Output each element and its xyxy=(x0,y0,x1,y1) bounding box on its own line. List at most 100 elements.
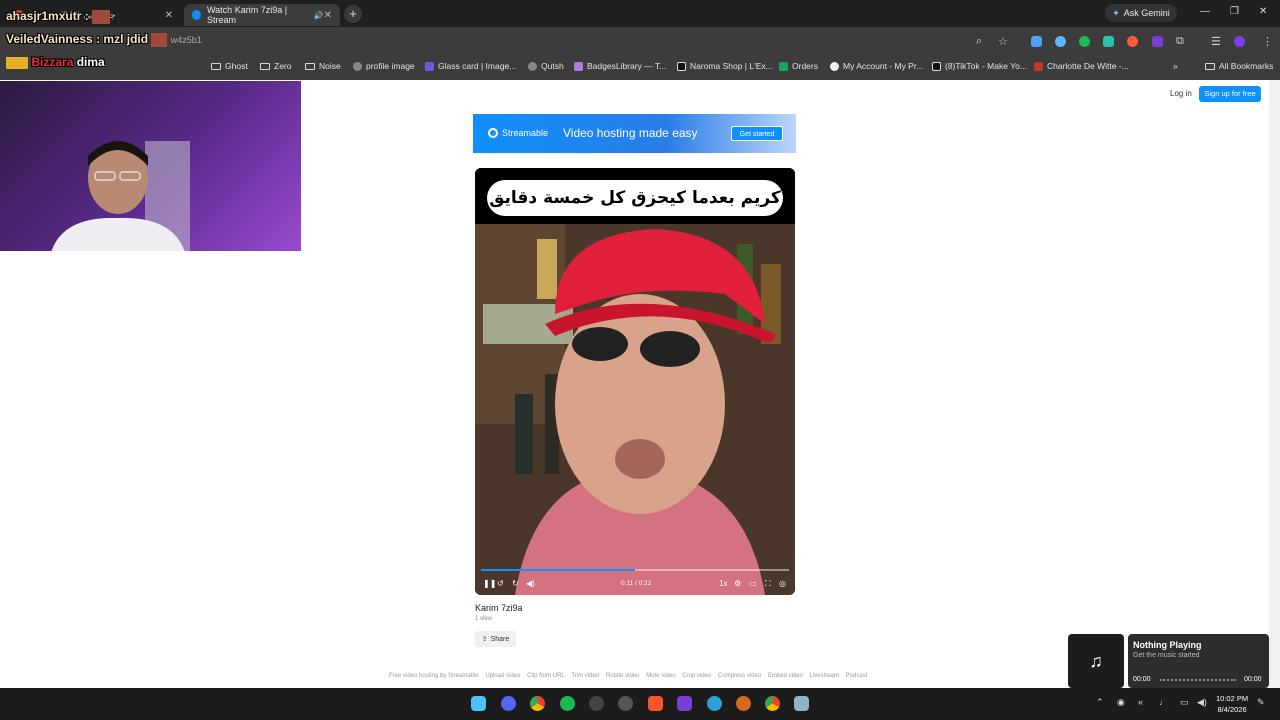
bookmark-noise[interactable]: Noise xyxy=(305,61,341,71)
playback-speed[interactable]: 1x xyxy=(719,579,727,588)
footer-link[interactable]: Podcast xyxy=(846,673,868,679)
bookmark-badgeslibrary[interactable]: BadgesLibrary — T... xyxy=(574,61,666,71)
volume-tray-icon[interactable]: ◀) xyxy=(1197,697,1207,708)
bookmark-naroma[interactable]: Naroma Shop | L'Ex... xyxy=(677,61,773,71)
chrome-profile-icon[interactable] xyxy=(765,696,780,711)
bookmark-star-icon[interactable]: ☆ xyxy=(998,35,1008,48)
pip-icon[interactable]: ▭ xyxy=(749,579,757,588)
bookmark-profile-image[interactable]: profile image xyxy=(353,61,415,71)
footer-link[interactable]: Upload video xyxy=(485,673,520,679)
app-icon[interactable] xyxy=(736,696,751,711)
bookmark-ghost[interactable]: Ghost xyxy=(211,61,248,71)
streamable-favicon-icon xyxy=(192,10,202,20)
extension-icon[interactable] xyxy=(1103,36,1114,47)
extension-icon[interactable] xyxy=(1152,36,1163,47)
forward-icon[interactable]: ↻ xyxy=(512,579,519,588)
bookmark-tiktok[interactable]: (8)TikTok - Make Yo... xyxy=(932,61,1027,71)
brave-icon[interactable] xyxy=(648,696,663,711)
clock-time: 10:02 PM xyxy=(1216,694,1249,703)
menu-icon[interactable]: ⋮ xyxy=(1262,35,1273,48)
discord-icon[interactable] xyxy=(501,696,516,711)
extension-icon[interactable] xyxy=(1079,36,1090,47)
video-controls: ❚❚ ↺ ↻ ◀) 0:11 / 0:22 1x ⚙ ▭ ⛶ ◎ xyxy=(475,569,795,595)
extension-icon[interactable] xyxy=(1031,36,1042,47)
microphone-icon[interactable]: ♩ xyxy=(1159,697,1168,707)
signup-button[interactable]: Sign up for free xyxy=(1199,86,1261,102)
bookmark-charlotte[interactable]: Charlotte De Witte -... xyxy=(1034,61,1129,71)
app-icon[interactable] xyxy=(794,696,809,711)
webcam-overlay xyxy=(0,81,301,251)
all-bookmarks[interactable]: All Bookmarks xyxy=(1205,61,1273,71)
close-window-icon[interactable]: ✕ xyxy=(1259,6,1267,17)
close-tab-icon[interactable]: ✕ xyxy=(324,10,332,21)
video-progress-bar[interactable] xyxy=(481,569,789,571)
footer-link[interactable]: Embed video xyxy=(768,673,803,679)
app-icon[interactable] xyxy=(618,696,633,711)
notification-icon[interactable]: ✎ xyxy=(1257,697,1265,708)
emote-icon xyxy=(151,32,168,47)
share-button[interactable]: ⇪ Share xyxy=(475,631,516,647)
tray-app-icon[interactable]: « xyxy=(1138,697,1143,707)
network-icon[interactable]: ▭ xyxy=(1180,697,1189,708)
obs-icon[interactable] xyxy=(589,696,604,711)
bookmark-orders[interactable]: Orders xyxy=(779,61,818,71)
folder-icon xyxy=(260,62,270,70)
bookmark-my-account[interactable]: My Account - My Pr... xyxy=(830,61,923,71)
tray-chevron-icon[interactable]: ⌃ xyxy=(1096,697,1104,708)
new-tab-button[interactable]: + xyxy=(344,5,362,23)
now-playing-title: Nothing Playing xyxy=(1133,640,1202,650)
footer-link[interactable]: Rotate video xyxy=(606,673,640,679)
video-player[interactable]: كريم بعدما كيحزق كل خمسة دقايق فالستريم … xyxy=(475,168,795,595)
footer-link[interactable]: Livestream xyxy=(810,673,839,679)
footer-link[interactable]: Mute video xyxy=(646,673,675,679)
tray-app-icon[interactable]: ◉ xyxy=(1117,697,1125,708)
maximize-icon[interactable]: ❐ xyxy=(1230,6,1239,17)
tab-streamable[interactable]: Watch Karim 7zi9a | Stream 🔊 ✕ xyxy=(184,4,340,26)
chat-message: ahasjr1mxutr : xyxy=(6,9,111,24)
footer-link[interactable]: Clip from URL xyxy=(527,673,565,679)
zoom-icon[interactable]: ⌕ xyxy=(976,35,982,48)
ask-gemini-button[interactable]: ✦ Ask Gemini xyxy=(1105,4,1177,22)
pause-icon[interactable]: ❚❚ xyxy=(483,579,496,588)
sheets-icon xyxy=(779,61,788,71)
extension-icon[interactable] xyxy=(1055,36,1066,47)
footer-link[interactable]: Compress video xyxy=(718,673,761,679)
footer-link[interactable]: Free video hosting by Streamable xyxy=(389,673,479,679)
music-progress-bar[interactable] xyxy=(1160,679,1236,681)
tab-bar: (242) جولة في ✕ Watch Karim 7zi9a | Stre… xyxy=(0,0,1280,27)
chrome-icon[interactable] xyxy=(530,696,545,711)
streamable-player-logo-icon[interactable]: ◎ xyxy=(779,579,786,588)
streamable-banner[interactable]: Streamable Video hosting made easy Get s… xyxy=(473,114,796,153)
settings-gear-icon[interactable]: ⚙ xyxy=(734,579,741,588)
folder-icon xyxy=(1205,62,1215,70)
video-frame[interactable] xyxy=(475,224,795,595)
tab-search-icon[interactable]: ☰ xyxy=(1211,35,1221,48)
footer-link[interactable]: Crop video xyxy=(682,673,711,679)
speaker-icon[interactable]: 🔊 xyxy=(314,11,324,20)
volume-icon[interactable]: ◀) xyxy=(526,579,535,588)
profile-avatar[interactable] xyxy=(1234,36,1245,47)
telegram-icon[interactable] xyxy=(707,696,722,711)
spotify-icon[interactable] xyxy=(560,696,575,711)
extension-icon[interactable] xyxy=(1127,36,1138,47)
system-clock[interactable]: 10:02 PM 8/4/2026 xyxy=(1216,693,1248,715)
bookmarks-bar: Ghost Zero Noise profile image Glass car… xyxy=(0,55,1280,80)
app-icon[interactable] xyxy=(677,696,692,711)
extensions-puzzle-icon[interactable]: ⧉ xyxy=(1176,35,1184,48)
close-tab-icon[interactable]: ✕ xyxy=(165,10,173,21)
elapsed-time: 00:00 xyxy=(1133,676,1151,683)
rewind-icon[interactable]: ↺ xyxy=(497,579,504,588)
footer-link[interactable]: Trim video xyxy=(571,673,599,679)
bookmark-qutsh[interactable]: Qutsh xyxy=(528,61,564,71)
page-scrollbar[interactable] xyxy=(1269,80,1280,688)
chevron-right-icon[interactable]: » xyxy=(1173,61,1178,71)
bookmark-glass-card[interactable]: Glass card | Image... xyxy=(425,61,516,71)
windows-start-icon[interactable] xyxy=(471,696,486,711)
bookmark-zero[interactable]: Zero xyxy=(260,61,291,71)
get-started-button[interactable]: Get started xyxy=(731,126,783,141)
fullscreen-icon[interactable]: ⛶ xyxy=(765,579,771,589)
minimize-icon[interactable]: — xyxy=(1200,6,1210,17)
music-note-icon: ♫ xyxy=(1068,634,1124,688)
chat-user: Bizzara xyxy=(31,55,74,69)
login-link[interactable]: Log in xyxy=(1170,89,1192,98)
